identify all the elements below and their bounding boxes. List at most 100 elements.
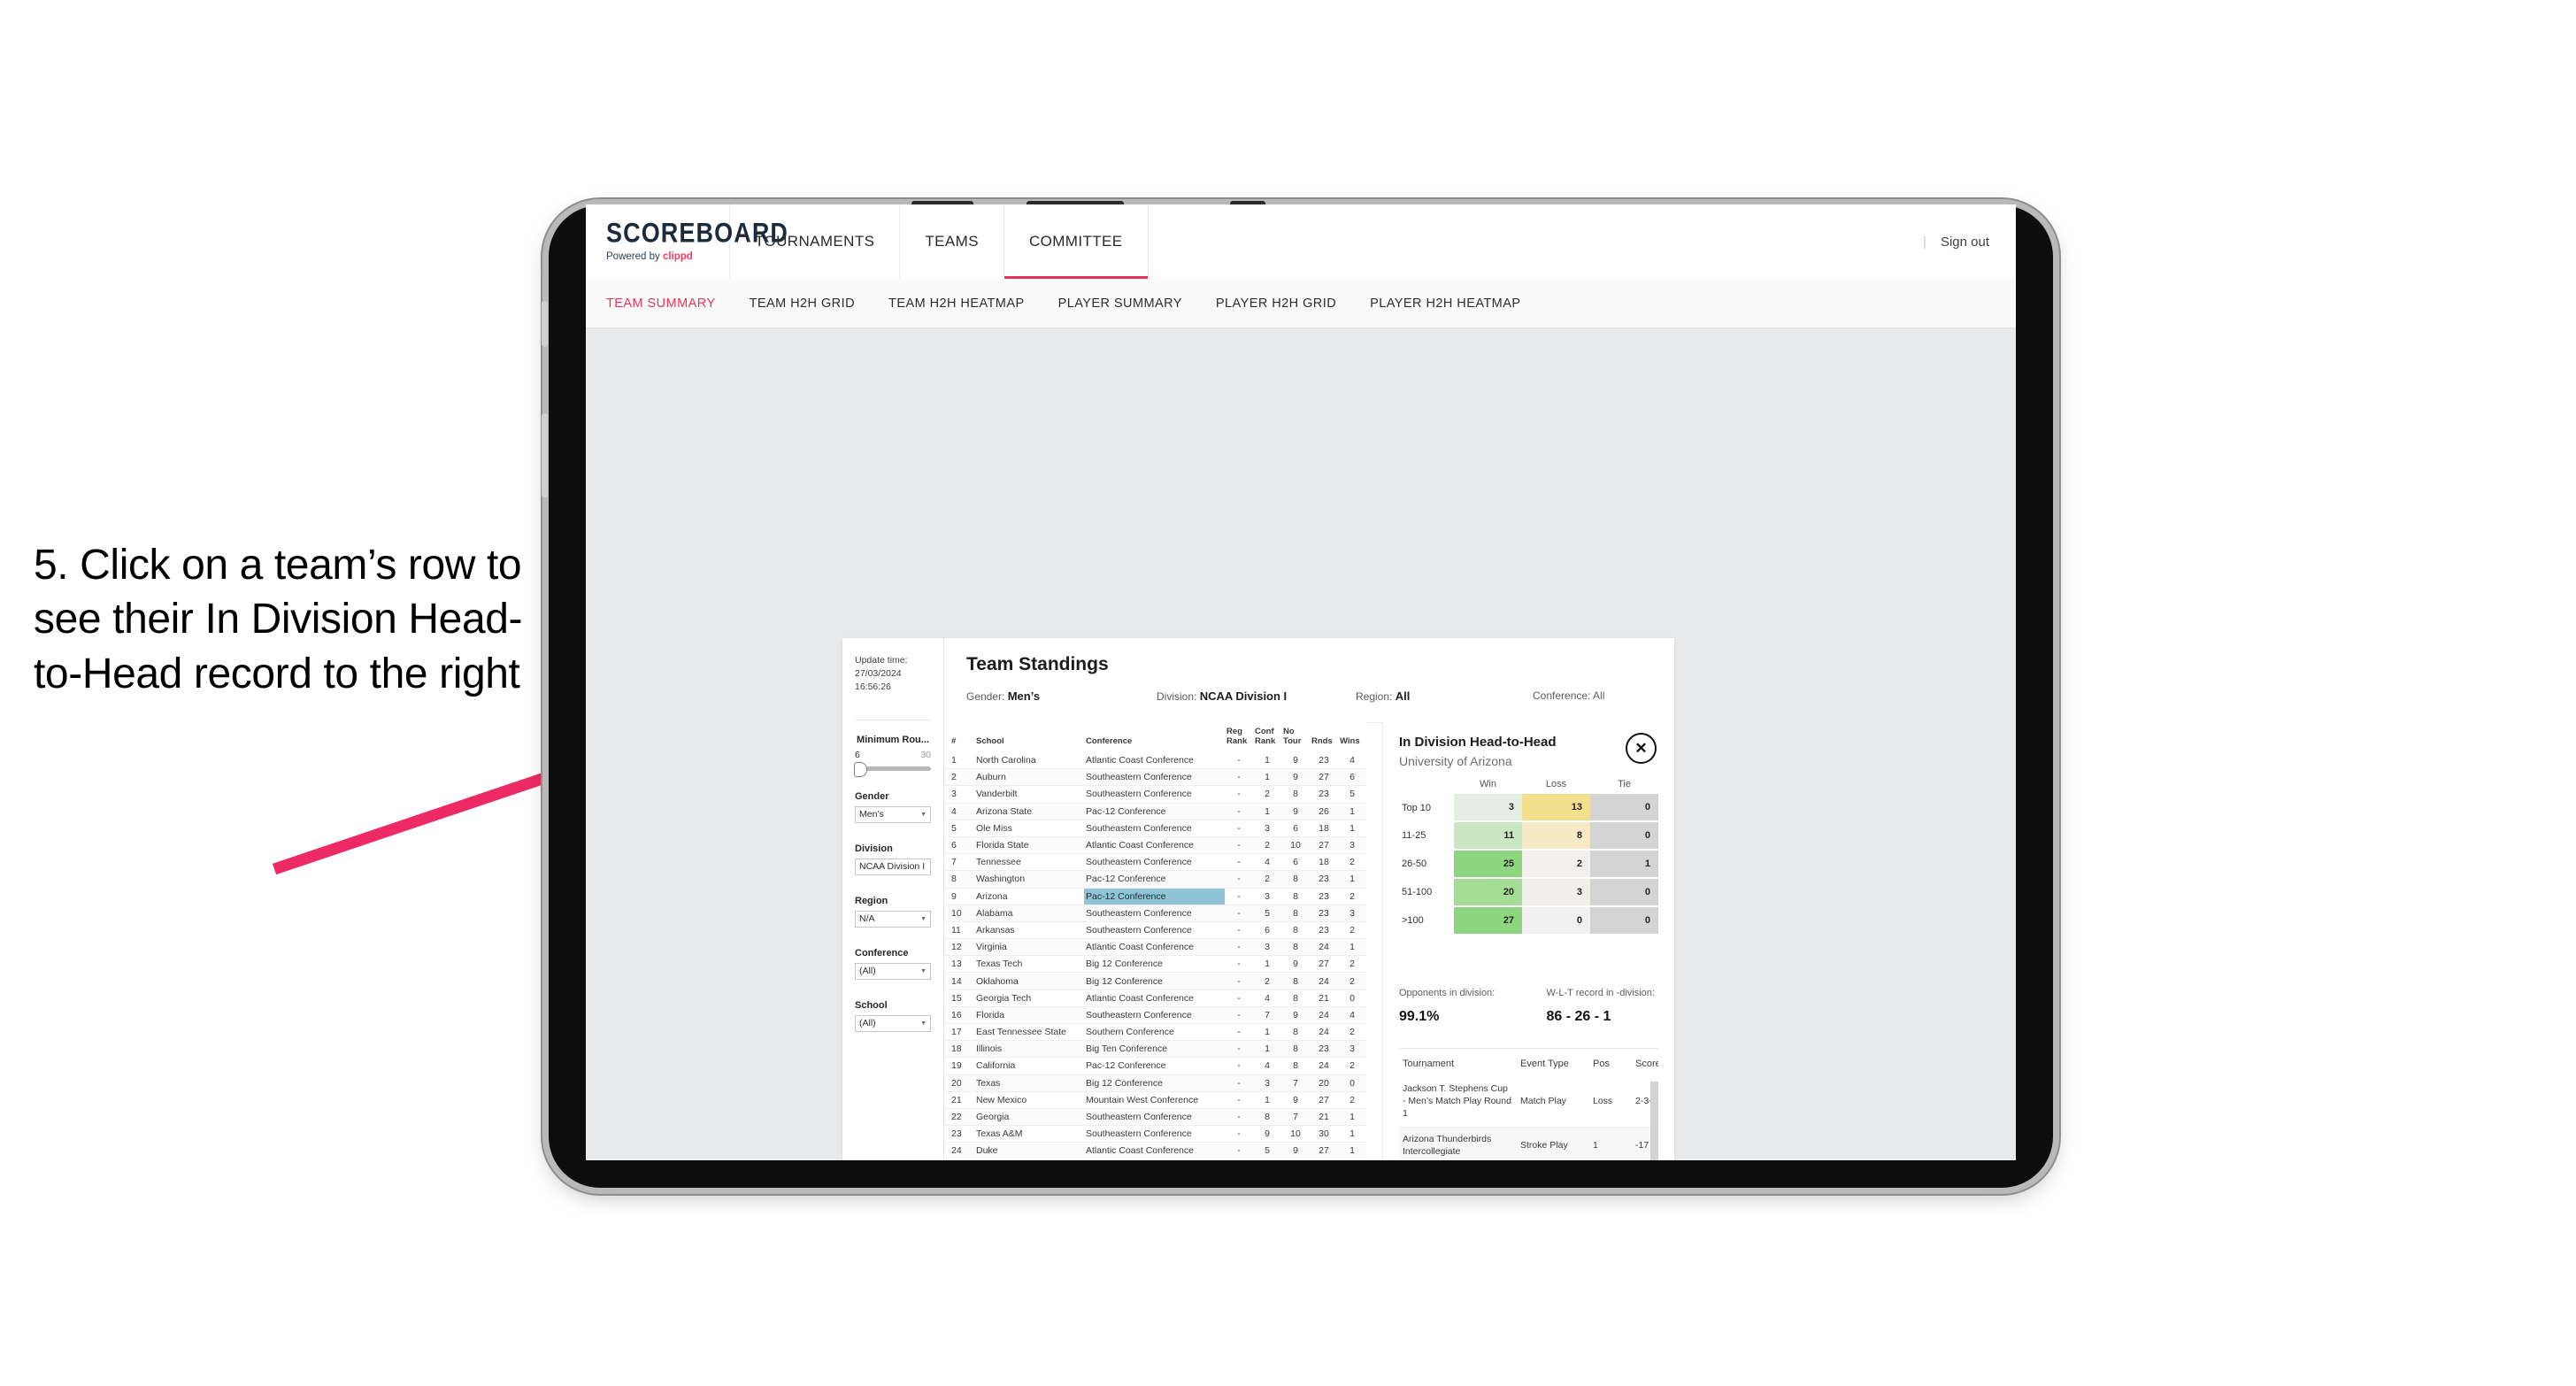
cell-conference: Atlantic Coast Conference <box>1084 938 1225 957</box>
cell-rnds: 24 <box>1310 1006 1338 1025</box>
table-row[interactable]: 24 Duke Atlantic Coast Conference -5 9 27 1 <box>944 1142 1366 1160</box>
cell-conference: Pac-12 Conference <box>1084 1057 1225 1075</box>
cell-no-tour: 7 <box>1281 1074 1310 1092</box>
table-row[interactable]: 14 Oklahoma Big 12 Conference -2 8 24 2 <box>944 972 1366 990</box>
heatmap-cell-win[interactable]: 11 <box>1454 821 1522 851</box>
heatmap-cell-win[interactable]: 25 <box>1454 850 1522 879</box>
cell-rnds: 27 <box>1310 1142 1338 1160</box>
table-row[interactable]: 23 Texas A&M Southeastern Conference -9 10 30… <box>944 1125 1366 1143</box>
minimum-rounds-slider[interactable] <box>854 761 931 777</box>
top-nav-item-tournaments[interactable]: TOURNAMENTS <box>730 204 901 279</box>
table-row[interactable]: 8 Washington Pac-12 Conference -2 8 23 1 <box>944 870 1366 889</box>
table-row[interactable]: 10 Alabama Southeastern Conference -5 8 23 3 <box>944 905 1366 922</box>
table-row[interactable]: 12 Virginia Atlantic Coast Conference -3 8 24… <box>944 938 1366 957</box>
table-row[interactable]: 4 Arizona State Pac-12 Conference -1 9 26 1 <box>944 803 1366 820</box>
tournaments-vertical-scrollbar[interactable] <box>1650 1082 1658 1160</box>
cell-school: Georgia Tech <box>974 989 1084 1007</box>
filter-gender-select[interactable]: Men’s ▼ <box>855 805 931 823</box>
cell-conference: Southeastern Conference <box>1084 905 1225 922</box>
filter-school-select[interactable]: (All) ▼ <box>855 1014 931 1032</box>
cell-no-tour: 8 <box>1281 888 1310 905</box>
chevron-down-icon: ▼ <box>920 811 927 818</box>
update-time-label: Update time: <box>855 655 908 666</box>
table-row[interactable]: 9 Arizona Pac-12 Conference -3 8 23 2 <box>944 888 1366 905</box>
cell-no-tour: 9 <box>1281 1091 1310 1109</box>
cell-rnds: 24 <box>1310 1023 1338 1042</box>
scrollbar-thumb[interactable] <box>1650 1082 1658 1160</box>
cell-rnds: 21 <box>1310 989 1338 1007</box>
meta-conference: Conference: All <box>1533 689 1604 703</box>
table-row[interactable]: 13 Texas Tech Big 12 Conference -1 9 27 2 <box>944 955 1366 974</box>
table-row[interactable]: 5 Ole Miss Southeastern Conference -3 6 18 1 <box>944 820 1366 837</box>
list-item[interactable]: Jackson T. Stephens Cup - Men’s Match Pl… <box>1399 1077 1658 1128</box>
heatmap-cell-loss[interactable]: 3 <box>1522 878 1590 907</box>
sub-nav-item-team-summary[interactable]: TEAM SUMMARY <box>606 296 716 311</box>
table-row[interactable]: 20 Texas Big 12 Conference -3 7 20 0 <box>944 1074 1366 1092</box>
heatmap-cell-tie[interactable]: 0 <box>1590 794 1658 822</box>
heatmap-row: 11-25 11 8 0 <box>1399 821 1658 851</box>
filter-division-value: NCAA Division I <box>859 861 926 873</box>
table-row[interactable]: 17 East Tennessee State Southern Conferenc… <box>944 1023 1366 1042</box>
close-icon[interactable]: ✕ <box>1626 733 1657 764</box>
table-row[interactable]: 11 Arkansas Southeastern Conference -6 8 23 2 <box>944 921 1366 940</box>
app-logo[interactable]: SCOREBOARD Powered by clippd <box>586 204 788 279</box>
cell-conference: Southern Conference <box>1084 1023 1225 1042</box>
list-item[interactable]: Arizona Thunderbirds Intercollegiate Stro… <box>1399 1127 1658 1160</box>
heatmap-cell-loss[interactable]: 8 <box>1522 821 1590 851</box>
cell-reg-rank: - <box>1225 768 1253 787</box>
tournaments-table-body: Jackson T. Stephens Cup - Men’s Match Pl… <box>1399 1077 1658 1160</box>
top-nav-item-committee[interactable]: COMMITTEE <box>1003 204 1149 279</box>
col-rank: # <box>944 722 974 752</box>
cell-school: Virginia <box>974 938 1084 957</box>
cell-wins: 1 <box>1338 820 1366 837</box>
table-row[interactable]: 2 Auburn Southeastern Conference -1 9 27 6 <box>944 768 1366 787</box>
table-row[interactable]: 15 Georgia Tech Atlantic Coast Conference -… <box>944 989 1366 1007</box>
cell-rank: 16 <box>944 1006 974 1025</box>
heatmap-cell-tie[interactable]: 0 <box>1590 821 1658 851</box>
heatmap-header-row: Win Loss Tie <box>1399 779 1658 794</box>
sub-nav-item-player-h2h-grid[interactable]: PLAYER H2H GRID <box>1216 296 1336 311</box>
standings-table-body: 1 North Carolina Atlantic Coast Conference… <box>944 752 1366 1160</box>
cell-school: Illinois <box>974 1040 1084 1059</box>
cell-rank: 15 <box>944 989 974 1007</box>
sub-nav-item-player-summary[interactable]: PLAYER SUMMARY <box>1058 296 1182 311</box>
cell-conference: Southeastern Conference <box>1084 768 1225 787</box>
heatmap-cell-win[interactable]: 20 <box>1454 878 1522 907</box>
table-row[interactable]: 6 Florida State Atlantic Coast Conference -… <box>944 836 1366 855</box>
cell-school: Auburn <box>974 768 1084 787</box>
cell-rnds: 23 <box>1310 752 1338 770</box>
table-row[interactable]: 16 Florida Southeastern Conference -7 9 24 4 <box>944 1006 1366 1025</box>
table-row[interactable]: 3 Vanderbilt Southeastern Conference -2 8 23 5 <box>944 785 1366 804</box>
slider-handle[interactable] <box>854 761 867 777</box>
filter-conference-select[interactable]: (All) ▼ <box>855 962 931 980</box>
filter-gender-value: Men’s <box>859 809 884 820</box>
heatmap-cell-tie[interactable]: 0 <box>1590 878 1658 907</box>
filter-region-select[interactable]: N/A ▼ <box>855 910 931 928</box>
heatmap-cell-win[interactable]: 3 <box>1454 794 1522 822</box>
heatmap-cell-loss[interactable]: 13 <box>1522 794 1590 822</box>
top-nav-item-teams[interactable]: TEAMS <box>900 204 1004 279</box>
table-row[interactable]: 1 North Carolina Atlantic Coast Conference… <box>944 752 1366 770</box>
meta-region: Region: All <box>1356 689 1533 703</box>
table-row[interactable]: 7 Tennessee Southeastern Conference -4 6 18 2 <box>944 853 1366 872</box>
table-row[interactable]: 18 Illinois Big Ten Conference -1 8 23 3 <box>944 1040 1366 1059</box>
standings-table-scroll[interactable]: # School Conference Reg Rank Conf Rank N… <box>944 722 1383 1160</box>
filter-division-select[interactable]: NCAA Division I <box>855 858 931 875</box>
sub-nav-item-team-h2h-grid[interactable]: TEAM H2H GRID <box>750 296 855 311</box>
table-row[interactable]: 21 New Mexico Mountain West Conference -1 9 2… <box>944 1091 1366 1109</box>
heatmap-cell-win[interactable]: 27 <box>1454 906 1522 936</box>
table-row[interactable]: 25OregonPac-12 Conference-57210 <box>944 1159 1366 1160</box>
heatmap-cell-loss[interactable]: 0 <box>1522 906 1590 936</box>
table-row[interactable]: 22 Georgia Southeastern Conference -8 7 21 1 <box>944 1108 1366 1127</box>
sub-nav-item-team-h2h-heatmap[interactable]: TEAM H2H HEATMAP <box>888 296 1025 311</box>
cell-rnds: 18 <box>1310 820 1338 837</box>
tournaments-table-scroll[interactable]: Tournament Event Type Pos Score Jackson … <box>1399 1059 1658 1160</box>
heatmap-cell-tie[interactable]: 0 <box>1590 906 1658 936</box>
sign-out-link[interactable]: Sign out <box>1941 235 1989 250</box>
sub-nav-item-player-h2h-heatmap[interactable]: PLAYER H2H HEATMAP <box>1370 296 1520 311</box>
cell-reg-rank: - <box>1225 938 1253 957</box>
heatmap-cell-loss[interactable]: 2 <box>1522 850 1590 879</box>
cell-event-type: Stroke Play <box>1517 1127 1589 1160</box>
heatmap-cell-tie[interactable]: 1 <box>1590 850 1658 879</box>
table-row[interactable]: 19 California Pac-12 Conference -4 8 24 2 <box>944 1057 1366 1075</box>
